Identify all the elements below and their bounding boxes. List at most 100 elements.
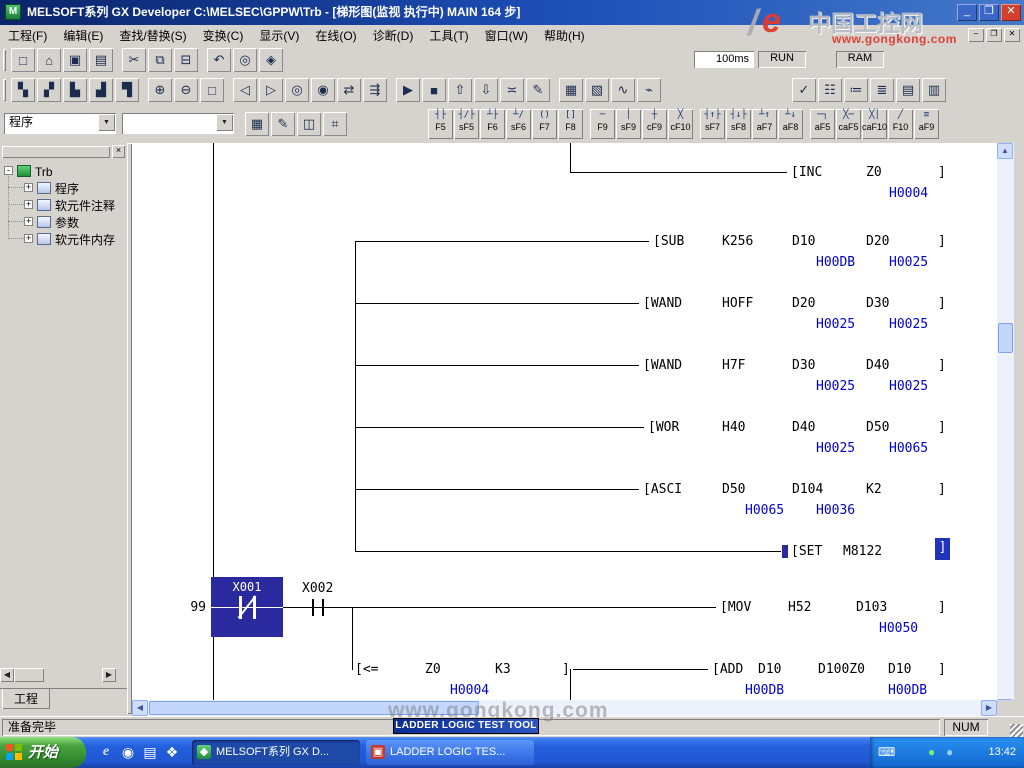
selected-contact-x001[interactable]: X001 xyxy=(211,577,283,637)
convert-icon[interactable]: ⇄ xyxy=(337,78,361,102)
tree-root-label[interactable]: Trb xyxy=(35,165,53,179)
print-icon[interactable]: ▤ xyxy=(89,48,113,72)
menu-online[interactable]: 在线(O) xyxy=(307,25,364,46)
menu-view[interactable]: 显示(V) xyxy=(251,25,307,46)
device-select-combo[interactable]: ▼ xyxy=(122,113,234,134)
menu-help[interactable]: 帮助(H) xyxy=(536,25,593,46)
read-from-plc-icon[interactable]: ⇩ xyxy=(474,78,498,102)
paste-icon[interactable]: ⊟ xyxy=(174,48,198,72)
device-test-icon[interactable]: ✎ xyxy=(526,78,550,102)
zoom-in-icon[interactable]: ⊕ xyxy=(148,78,172,102)
minimize-button[interactable]: _ xyxy=(957,4,977,21)
branch-line-af5-button[interactable]: ─┐aF5 xyxy=(810,109,835,139)
rising-pulse-sf7-button[interactable]: ┤↑├sF7 xyxy=(700,109,725,139)
delete-vline-cf10-button[interactable]: ╳cF10 xyxy=(668,109,693,139)
cross-reference-icon[interactable]: ≔ xyxy=(844,78,868,102)
ladder-mode-icon[interactable]: ▦ xyxy=(245,112,269,136)
instruction-list-mode-icon[interactable]: ✎ xyxy=(271,112,295,136)
zoom-out-icon[interactable]: ⊖ xyxy=(174,78,198,102)
open-project-icon[interactable]: ⌂ xyxy=(37,48,61,72)
program-select-combo[interactable]: 程序 ▼ xyxy=(4,113,116,134)
zoom-100-icon[interactable]: □ xyxy=(200,78,224,102)
statement-icon[interactable]: ▞ xyxy=(37,78,61,102)
coil-f7-button[interactable]: ()F7 xyxy=(532,109,557,139)
device-batch-monitor-icon[interactable]: ▦ xyxy=(559,78,583,102)
horizontal-scrollbar[interactable]: ◀ ▶ xyxy=(132,700,997,716)
program-check-icon[interactable]: ✓ xyxy=(792,78,816,102)
monitor-stop-icon[interactable]: ■ xyxy=(422,78,446,102)
ladder-canvas[interactable]: INC Z0 H0004 SUB K256 D10 D20 H00DB H002… xyxy=(132,143,997,700)
keyboard-layout-icon[interactable]: ⌨ xyxy=(878,745,895,760)
macro-icon[interactable]: ▜ xyxy=(115,78,139,102)
replace-device-icon[interactable]: ◉ xyxy=(311,78,335,102)
show-desktop-icon[interactable]: ❖ xyxy=(162,742,182,762)
taskbar-clock[interactable]: 13:42 xyxy=(988,737,1016,768)
tree-item-program[interactable]: 程序 xyxy=(55,182,79,196)
child-minimize-button[interactable]: – xyxy=(968,28,984,42)
child-restore-button[interactable]: ❐ xyxy=(986,28,1002,42)
scroll-left-icon[interactable]: ◀ xyxy=(0,668,14,682)
tree-expand-box[interactable]: + xyxy=(24,234,33,243)
chevron-down-icon[interactable]: ▼ xyxy=(216,114,233,131)
menu-project[interactable]: 工程(F) xyxy=(0,25,55,46)
monitor-start-icon[interactable]: ▶ xyxy=(396,78,420,102)
vertical-scrollbar[interactable]: ▲ ▼ xyxy=(997,143,1014,716)
falling-pulse-branch-af8-button[interactable]: ┴↓aF8 xyxy=(778,109,803,139)
note-icon[interactable]: ▙ xyxy=(63,78,87,102)
media-player-icon[interactable]: ◉ xyxy=(118,742,138,762)
verify-plc-icon[interactable]: ≍ xyxy=(500,78,524,102)
copy-icon[interactable]: ⧉ xyxy=(148,48,172,72)
tray-status-icon[interactable]: ● xyxy=(928,745,935,760)
save-project-icon[interactable]: ▣ xyxy=(63,48,87,72)
toolbar-handle[interactable] xyxy=(3,79,6,101)
scrollbar-thumb[interactable] xyxy=(998,323,1013,353)
find-contact-icon[interactable]: ◁ xyxy=(233,78,257,102)
tray-network-icon[interactable]: ● xyxy=(946,745,953,760)
panel-grab-bar[interactable] xyxy=(2,146,110,158)
internet-explorer-icon[interactable]: e xyxy=(96,742,116,762)
menu-diagnostics[interactable]: 诊断(D) xyxy=(365,25,422,46)
tree-item-device-comment[interactable]: 软元件注释 xyxy=(55,199,115,213)
used-device-list-icon[interactable]: ≣ xyxy=(870,78,894,102)
ladder-logic-test-tool-titlebar[interactable]: LADDER LOGIC TEST TOOL xyxy=(393,718,539,734)
closed-branch-sf6-button[interactable]: ┴/sF6 xyxy=(506,109,531,139)
convert-run-icon[interactable]: ⇶ xyxy=(363,78,387,102)
new-project-icon[interactable]: □ xyxy=(11,48,35,72)
falling-pulse-sf8-button[interactable]: ┤↓├sF8 xyxy=(726,109,751,139)
close-button[interactable]: ✕ xyxy=(1001,4,1021,21)
panel-close-icon[interactable]: × xyxy=(112,145,125,158)
parameter-icon[interactable]: ☷ xyxy=(818,78,842,102)
scrollbar-thumb[interactable] xyxy=(14,668,44,682)
tree-item-device-memory[interactable]: 软元件内存 xyxy=(55,233,115,247)
start-button[interactable]: 开始 xyxy=(0,737,86,768)
tile-windows-icon[interactable]: ▤ xyxy=(896,78,920,102)
resize-grip[interactable] xyxy=(1010,724,1023,737)
menu-tools[interactable]: 工具(T) xyxy=(421,25,476,46)
line-draw-f10-button[interactable]: ╱F10 xyxy=(888,109,913,139)
tree-item-parameter[interactable]: 参数 xyxy=(55,216,79,230)
taskbar-item-gx-developer[interactable]: ◆ MELSOFT系列 GX D... xyxy=(192,740,360,765)
menu-find-replace[interactable]: 查找/替换(S) xyxy=(111,25,194,46)
toolbar-handle[interactable] xyxy=(3,49,6,71)
delete-hline-cf9-button[interactable]: ┼cF9 xyxy=(642,109,667,139)
open-branch-f6-button[interactable]: ┴├F6 xyxy=(480,109,505,139)
trace-icon[interactable]: ∿ xyxy=(611,78,635,102)
write-mode-icon[interactable]: ⌗ xyxy=(323,112,347,136)
write-to-plc-icon[interactable]: ⇧ xyxy=(448,78,472,102)
cut-icon[interactable]: ✂ xyxy=(122,48,146,72)
scroll-up-icon[interactable]: ▲ xyxy=(997,143,1013,159)
delete-branch-caf10-button[interactable]: ╳│caF10 xyxy=(862,109,887,139)
menu-window[interactable]: 窗口(W) xyxy=(477,25,536,46)
closed-contact-sf5-button[interactable]: ┤/├sF5 xyxy=(454,109,479,139)
title-bar[interactable]: M MELSOFT系列 GX Developer C:\MELSEC\GPPW\… xyxy=(0,0,1024,25)
edit-cursor[interactable]: ] xyxy=(935,538,950,560)
tree-expand-box[interactable]: + xyxy=(24,217,33,226)
menu-convert[interactable]: 变换(C) xyxy=(195,25,252,46)
alias-display-icon[interactable]: ▟ xyxy=(89,78,113,102)
folder-icon[interactable]: ▤ xyxy=(140,742,160,762)
child-close-button[interactable]: ✕ xyxy=(1004,28,1020,42)
tree-expand-box[interactable]: + xyxy=(24,200,33,209)
buffer-memory-icon[interactable]: ▧ xyxy=(585,78,609,102)
taskbar-item-ladder-logic-test[interactable]: ▣ LADDER LOGIC TES... xyxy=(366,740,534,765)
scroll-right-icon[interactable]: ▶ xyxy=(102,668,116,682)
